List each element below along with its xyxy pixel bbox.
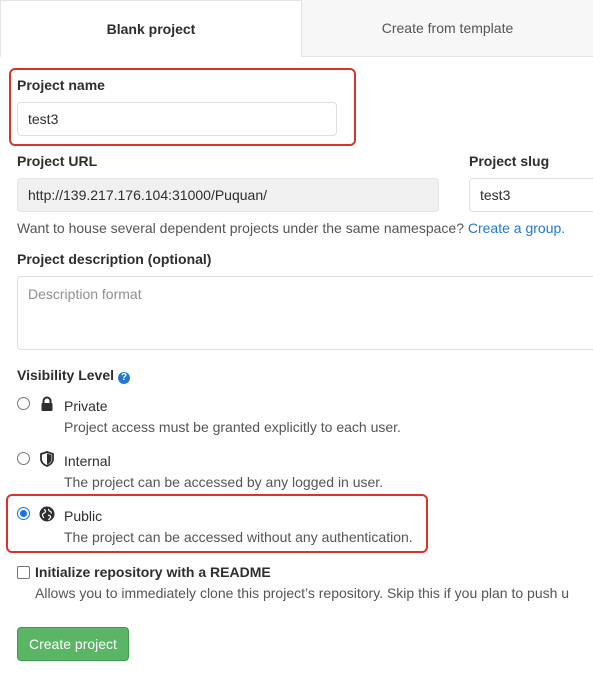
project-slug-label: Project slug: [469, 153, 550, 169]
project-description-label: Project description (optional): [17, 251, 212, 267]
project-description-textarea[interactable]: Description format: [17, 276, 593, 350]
visibility-public-title: Public: [64, 508, 103, 524]
visibility-internal-title: Internal: [64, 453, 111, 469]
project-name-input[interactable]: test3: [17, 102, 337, 136]
globe-icon: [39, 506, 55, 522]
visibility-public-radio[interactable]: [17, 507, 30, 520]
create-group-link[interactable]: Create a group.: [468, 220, 565, 236]
tab-create-from-template[interactable]: Create from template: [302, 0, 593, 57]
project-slug-input[interactable]: test3: [469, 178, 593, 212]
project-url-label: Project URL: [17, 153, 98, 169]
visibility-level-text: Visibility Level: [17, 367, 115, 383]
create-project-button[interactable]: Create project: [17, 627, 129, 661]
shield-icon: [40, 451, 54, 467]
visibility-private-desc: Project access must be granted explicitl…: [64, 419, 401, 435]
initialize-readme-checkbox[interactable]: [17, 566, 30, 579]
project-url-field: http://139.217.176.104:31000/Puquan/: [17, 178, 439, 212]
visibility-public-desc: The project can be accessed without any …: [64, 529, 413, 545]
initialize-readme-desc: Allows you to immediately clone this pro…: [35, 585, 570, 601]
namespace-help-text: Want to house several dependent projects…: [17, 220, 565, 236]
visibility-level-label: Visibility Level?: [17, 367, 131, 384]
project-name-label: Project name: [17, 77, 105, 93]
visibility-internal-radio[interactable]: [17, 452, 30, 465]
visibility-internal-desc: The project can be accessed by any logge…: [64, 474, 384, 490]
question-circle-icon[interactable]: ?: [118, 372, 131, 384]
tab-blank-project[interactable]: Blank project: [0, 0, 302, 57]
namespace-help-message: Want to house several dependent projects…: [17, 220, 464, 236]
visibility-private-radio[interactable]: [17, 397, 30, 410]
lock-icon: [41, 396, 53, 411]
initialize-readme-label[interactable]: Initialize repository with a README: [35, 564, 271, 580]
project-tabs: Blank project Create from template: [0, 0, 593, 57]
visibility-private-title: Private: [64, 398, 108, 414]
